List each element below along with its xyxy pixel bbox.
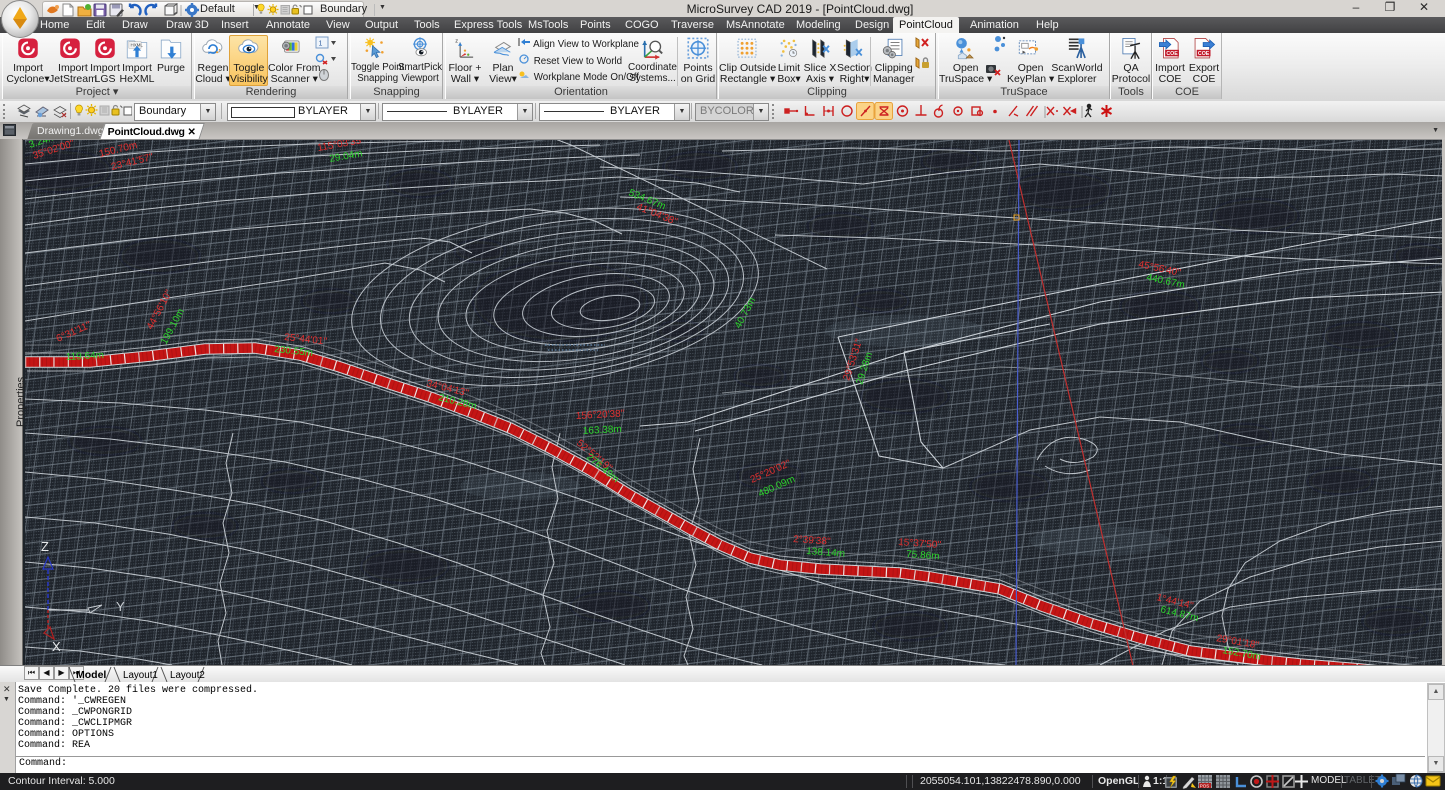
svg-text:Z: Z: [41, 539, 49, 554]
svg-text:COE: COE: [1166, 51, 1178, 57]
svg-text:75.86m: 75.86m: [906, 549, 940, 562]
svg-text:1: 1: [319, 41, 323, 48]
svg-text:X: X: [52, 639, 61, 654]
svg-text:COE: COE: [1198, 51, 1210, 57]
svg-text:Model: Model: [76, 669, 106, 681]
svg-text:POS: POS: [1200, 783, 1210, 788]
svg-text:Layout2: Layout2: [170, 670, 205, 681]
svg-text:Layout1: Layout1: [123, 670, 158, 681]
svg-text:Y: Y: [116, 599, 125, 614]
svg-text:119.64m: 119.64m: [66, 350, 105, 363]
svg-text:z: z: [455, 39, 458, 45]
svg-text:163.38m: 163.38m: [583, 424, 622, 437]
